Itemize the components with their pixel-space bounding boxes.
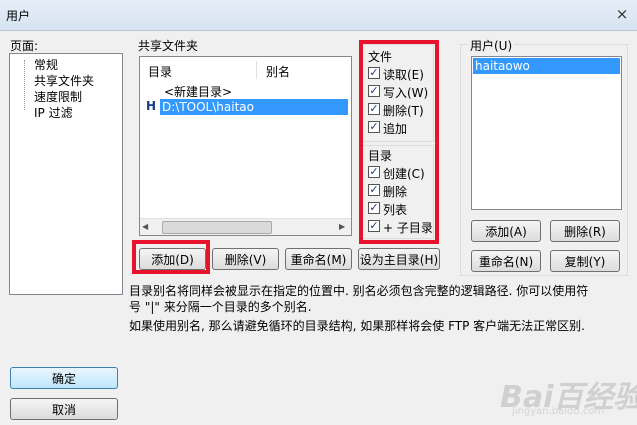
horizontal-scrollbar[interactable]: ◀ ▶ bbox=[140, 218, 351, 235]
alias-help-text: 目录别名将同样会被显示在指定的位置中. 别名必须包含完整的逻辑路径. 你可以使用… bbox=[129, 284, 589, 314]
shared-folders-label: 共享文件夹 bbox=[138, 39, 199, 53]
scroll-left-icon[interactable]: ◀ bbox=[142, 222, 148, 231]
window-title: 用户 bbox=[6, 9, 31, 23]
users-label: 用户(U) bbox=[468, 37, 515, 54]
close-icon[interactable]: × bbox=[612, 4, 632, 24]
ok-button[interactable]: 确定 bbox=[10, 367, 118, 389]
title-bar: 用户 × bbox=[0, 0, 637, 31]
scrollbar-thumb[interactable] bbox=[162, 221, 272, 234]
copy-user-button[interactable]: 复制(Y) bbox=[550, 250, 620, 272]
column-header-alias[interactable]: 别名 bbox=[266, 63, 290, 80]
users-list[interactable]: haitaowo bbox=[471, 56, 622, 210]
column-header-directory[interactable]: 目录 bbox=[148, 63, 172, 80]
cancel-button[interactable]: 取消 bbox=[10, 398, 118, 420]
pages-tree[interactable]: 常规 共享文件夹 速度限制 IP 过滤 bbox=[9, 53, 123, 295]
page-item-general[interactable]: 常规 bbox=[34, 56, 58, 73]
folder-row-new[interactable]: <新建目录> bbox=[164, 83, 232, 100]
watermark-url: jingyan.baidu.com bbox=[512, 406, 605, 417]
highlight-add-button bbox=[132, 240, 210, 274]
page-item-ip-filter[interactable]: IP 过滤 bbox=[34, 104, 73, 121]
tree-line bbox=[24, 60, 26, 110]
rename-folder-button[interactable]: 重命名(M) bbox=[285, 248, 352, 270]
page-item-speed-limit[interactable]: 速度限制 bbox=[34, 88, 82, 105]
add-user-button[interactable]: 添加(A) bbox=[471, 220, 541, 242]
home-marker: H bbox=[146, 99, 157, 113]
scroll-right-icon[interactable]: ▶ bbox=[339, 222, 345, 231]
user-item-selected[interactable]: haitaowo bbox=[473, 58, 620, 74]
delete-folder-button[interactable]: 删除(V) bbox=[212, 248, 279, 270]
page-item-shared-folders[interactable]: 共享文件夹 bbox=[34, 72, 94, 89]
column-divider bbox=[256, 61, 257, 79]
pages-label: 页面: bbox=[10, 39, 39, 53]
set-home-button[interactable]: 设为主目录(H) bbox=[358, 248, 440, 270]
delete-user-button[interactable]: 删除(R) bbox=[550, 220, 620, 242]
highlight-permissions bbox=[359, 40, 439, 244]
shared-folders-list[interactable]: 目录 别名 <新建目录> H D:\TOOL\haitao ◀ ▶ bbox=[139, 56, 352, 236]
cycle-help-text: 如果使用别名, 那么请避免循环的目录结构, 如果那样将会使 FTP 客户端无法正… bbox=[129, 319, 585, 333]
folder-row-selected[interactable]: D:\TOOL\haitao bbox=[160, 99, 348, 115]
rename-user-button[interactable]: 重命名(N) bbox=[471, 250, 541, 272]
